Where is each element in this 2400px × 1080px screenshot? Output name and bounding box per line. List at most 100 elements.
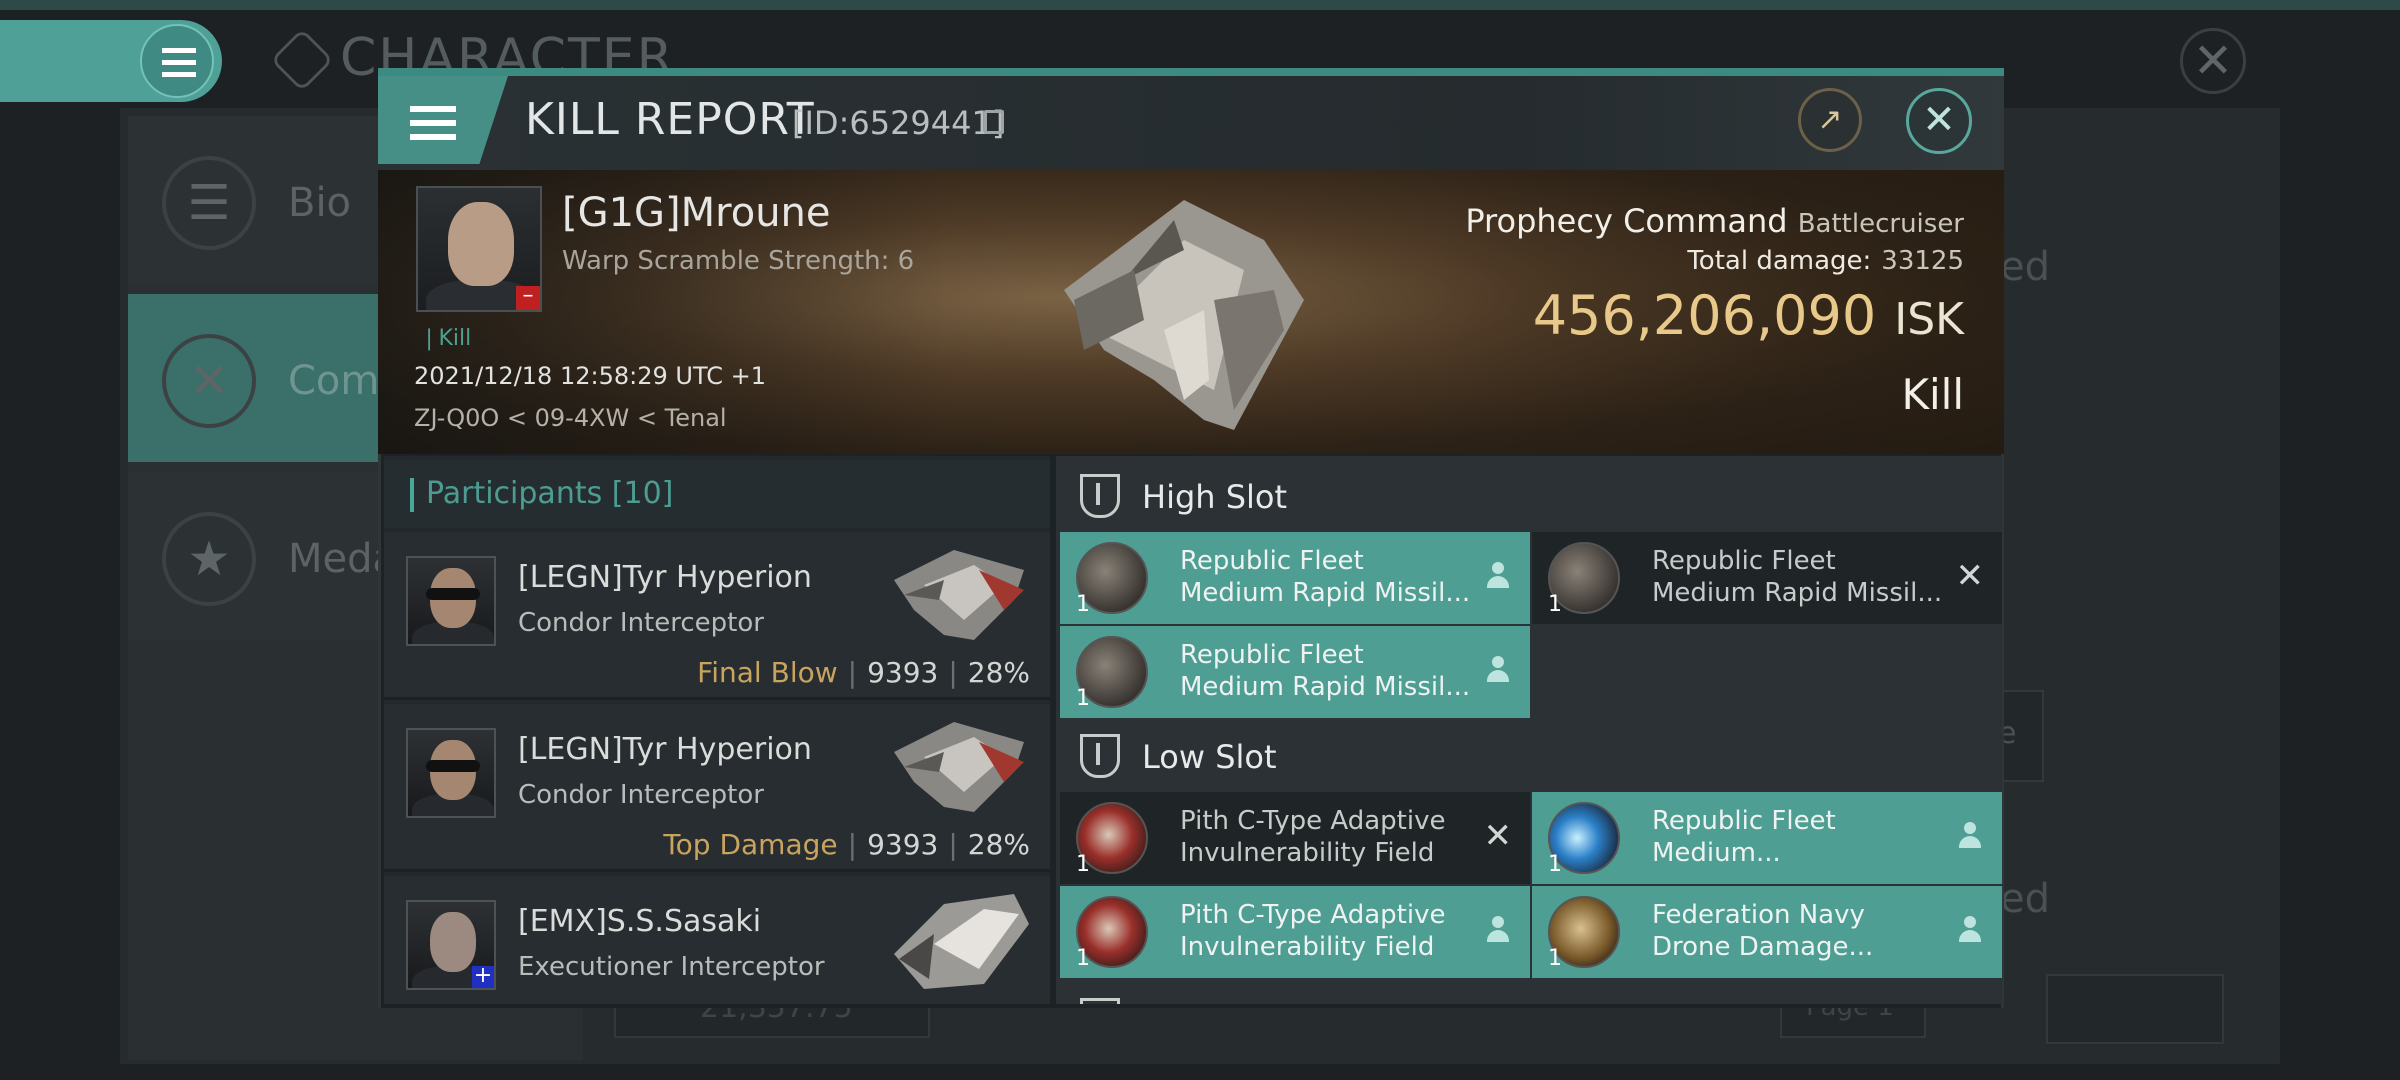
module-item[interactable]: 1 Republic Fleet Medium... (1532, 792, 2002, 884)
victim-avatar[interactable]: – (416, 186, 542, 312)
participant-row[interactable]: [LEGN]Tyr Hyperion Condor Interceptor To… (384, 704, 1050, 872)
participant-stats: Final Blow | 9393 | 28% (697, 656, 1030, 689)
kill-id: [ID:6529441] (792, 104, 1005, 142)
module-item[interactable]: 1 Republic Fleet Medium Rapid Missil... … (1532, 532, 2002, 624)
pilot-icon (1486, 916, 1510, 946)
participant-stats: Top Damage | 9393 | 28% (663, 828, 1030, 861)
participant-damage: 9393 (867, 656, 939, 689)
total-damage-value: 33125 (1881, 246, 1964, 276)
participant-percent: 28% (967, 656, 1030, 689)
module-name: Republic Fleet (1180, 640, 1364, 670)
copy-icon[interactable] (984, 110, 1004, 134)
module-item[interactable]: 1 Republic Fleet Medium Rapid Missil... (1060, 626, 1530, 718)
participant-percent: 28% (967, 828, 1030, 861)
module-item[interactable]: 1 Federation Navy Drone Damage... (1532, 886, 2002, 978)
module-name: Republic Fleet (1652, 806, 1836, 836)
module-name: Medium Rapid Missil... (1180, 578, 1471, 608)
result-label: Kill (1901, 370, 1964, 419)
participant-ship: Condor Interceptor (518, 608, 764, 638)
kill-location[interactable]: ZJ-Q0O < 09-4XW < Tenal (414, 404, 727, 432)
slot-icon (1080, 998, 1120, 1004)
participant-row[interactable]: [LEGN]Tyr Hyperion Condor Interceptor Fi… (384, 532, 1050, 700)
participants-count: [10] (611, 476, 674, 511)
hostile-badge-icon: – (516, 285, 540, 310)
slot-icon (1080, 474, 1120, 518)
victim-subtitle: Warp Scramble Strength: 6 (562, 246, 915, 276)
module-name: Drone Damage... (1652, 932, 1874, 962)
friendly-badge-icon: + (472, 963, 494, 988)
module-qty: 1 (1076, 592, 1090, 617)
module-name: Republic Fleet (1180, 546, 1364, 576)
module-name: Medium Rapid Missil... (1180, 672, 1471, 702)
module-item[interactable]: 1 Pith C-Type Adaptive Invulnerability F… (1060, 792, 1530, 884)
module-item[interactable]: 1 Pith C-Type Adaptive Invulnerability F… (1060, 886, 1530, 978)
swords-icon: ✕ (162, 334, 256, 428)
bg-text-fragment: ed (2000, 876, 2050, 922)
participant-name: [LEGN]Tyr Hyperion (518, 560, 812, 595)
bg-menu-button[interactable] (0, 20, 222, 102)
module-name: Medium... (1652, 838, 1781, 868)
module-name: Pith C-Type Adaptive (1180, 806, 1446, 836)
participant-avatar (406, 556, 496, 646)
close-icon[interactable]: ✕ (1906, 88, 1972, 154)
isk-value: 456,206,090 ISK (1400, 284, 1964, 347)
kill-datetime: 2021/12/18 12:58:29 UTC +1 (414, 362, 766, 390)
victim-ship-image[interactable] (1034, 180, 1334, 440)
destroyed-x-icon: ✕ (1955, 556, 1985, 596)
participants-header: Participants [10] (384, 460, 1050, 528)
participant-role: Final Blow (697, 656, 838, 689)
participant-row[interactable]: + [EMX]S.S.Sasaki Executioner Intercepto… (384, 876, 1050, 1004)
kill-badge: ❘Kill (420, 326, 472, 351)
module-name: Federation Navy (1652, 900, 1865, 930)
isk-amount: 456,206,090 (1532, 284, 1877, 347)
participant-ship-image (894, 894, 1029, 989)
slot-label: Low Slot (1142, 738, 1277, 776)
module-name: Invulnerability Field (1180, 838, 1435, 868)
participant-name: [LEGN]Tyr Hyperion (518, 732, 812, 767)
star-icon: ★ (162, 512, 256, 606)
ship-name[interactable]: Prophecy Command Battlecruiser (1400, 202, 1964, 240)
top-strip (0, 0, 2400, 10)
module-qty: 1 (1076, 686, 1090, 711)
dialog-title: KILL REPORT (525, 94, 815, 145)
mid-slot-header-partial (1056, 984, 2002, 1004)
participant-name: [EMX]S.S.Sasaki (518, 904, 762, 939)
pilot-icon (1958, 822, 1982, 852)
bg-text-fragment: ed (2000, 244, 2050, 290)
module-qty: 1 (1548, 852, 1562, 877)
low-slot-header: Low Slot (1056, 720, 2002, 790)
share-icon[interactable]: ↗ (1798, 88, 1862, 152)
menu-icon (140, 24, 214, 98)
module-name: Medium Rapid Missil... (1652, 578, 1943, 608)
ship-class: Battlecruiser (1797, 209, 1964, 239)
menu-icon (410, 106, 456, 112)
list-icon: ☰ (162, 156, 256, 250)
isk-unit: ISK (1894, 294, 1964, 345)
participant-ship: Executioner Interceptor (518, 952, 825, 982)
victim-name[interactable]: [G1G]Mroune (562, 190, 831, 236)
module-item[interactable]: 1 Republic Fleet Medium Rapid Missil... (1060, 532, 1530, 624)
participants-label: Participants (426, 476, 603, 511)
module-qty: 1 (1076, 852, 1090, 877)
dialog-top-accent (378, 68, 2004, 76)
kill-badge-label: Kill (438, 326, 472, 351)
bg-close-icon[interactable]: ✕ (2180, 28, 2246, 94)
pilot-icon (1486, 562, 1510, 592)
slot-icon (1080, 734, 1120, 778)
participant-damage: 9393 (867, 828, 939, 861)
module-name: Republic Fleet (1652, 546, 1836, 576)
module-qty: 1 (1076, 946, 1090, 971)
slot-label: High Slot (1142, 478, 1288, 516)
pilot-icon (1486, 656, 1510, 686)
pilot-icon (1958, 916, 1982, 946)
module-name: Invulnerability Field (1180, 932, 1435, 962)
participant-avatar: + (406, 900, 496, 990)
participant-ship-image (894, 722, 1024, 812)
bg-nav-label: Bio (288, 180, 352, 226)
total-damage-label: Total damage: (1687, 246, 1872, 276)
destroyed-x-icon: ✕ (1483, 816, 1513, 856)
high-slot-header: High Slot (1056, 460, 2002, 530)
bg-filter-button[interactable] (2046, 974, 2224, 1044)
module-name: Pith C-Type Adaptive (1180, 900, 1446, 930)
ship-name-text: Prophecy Command (1465, 202, 1788, 240)
